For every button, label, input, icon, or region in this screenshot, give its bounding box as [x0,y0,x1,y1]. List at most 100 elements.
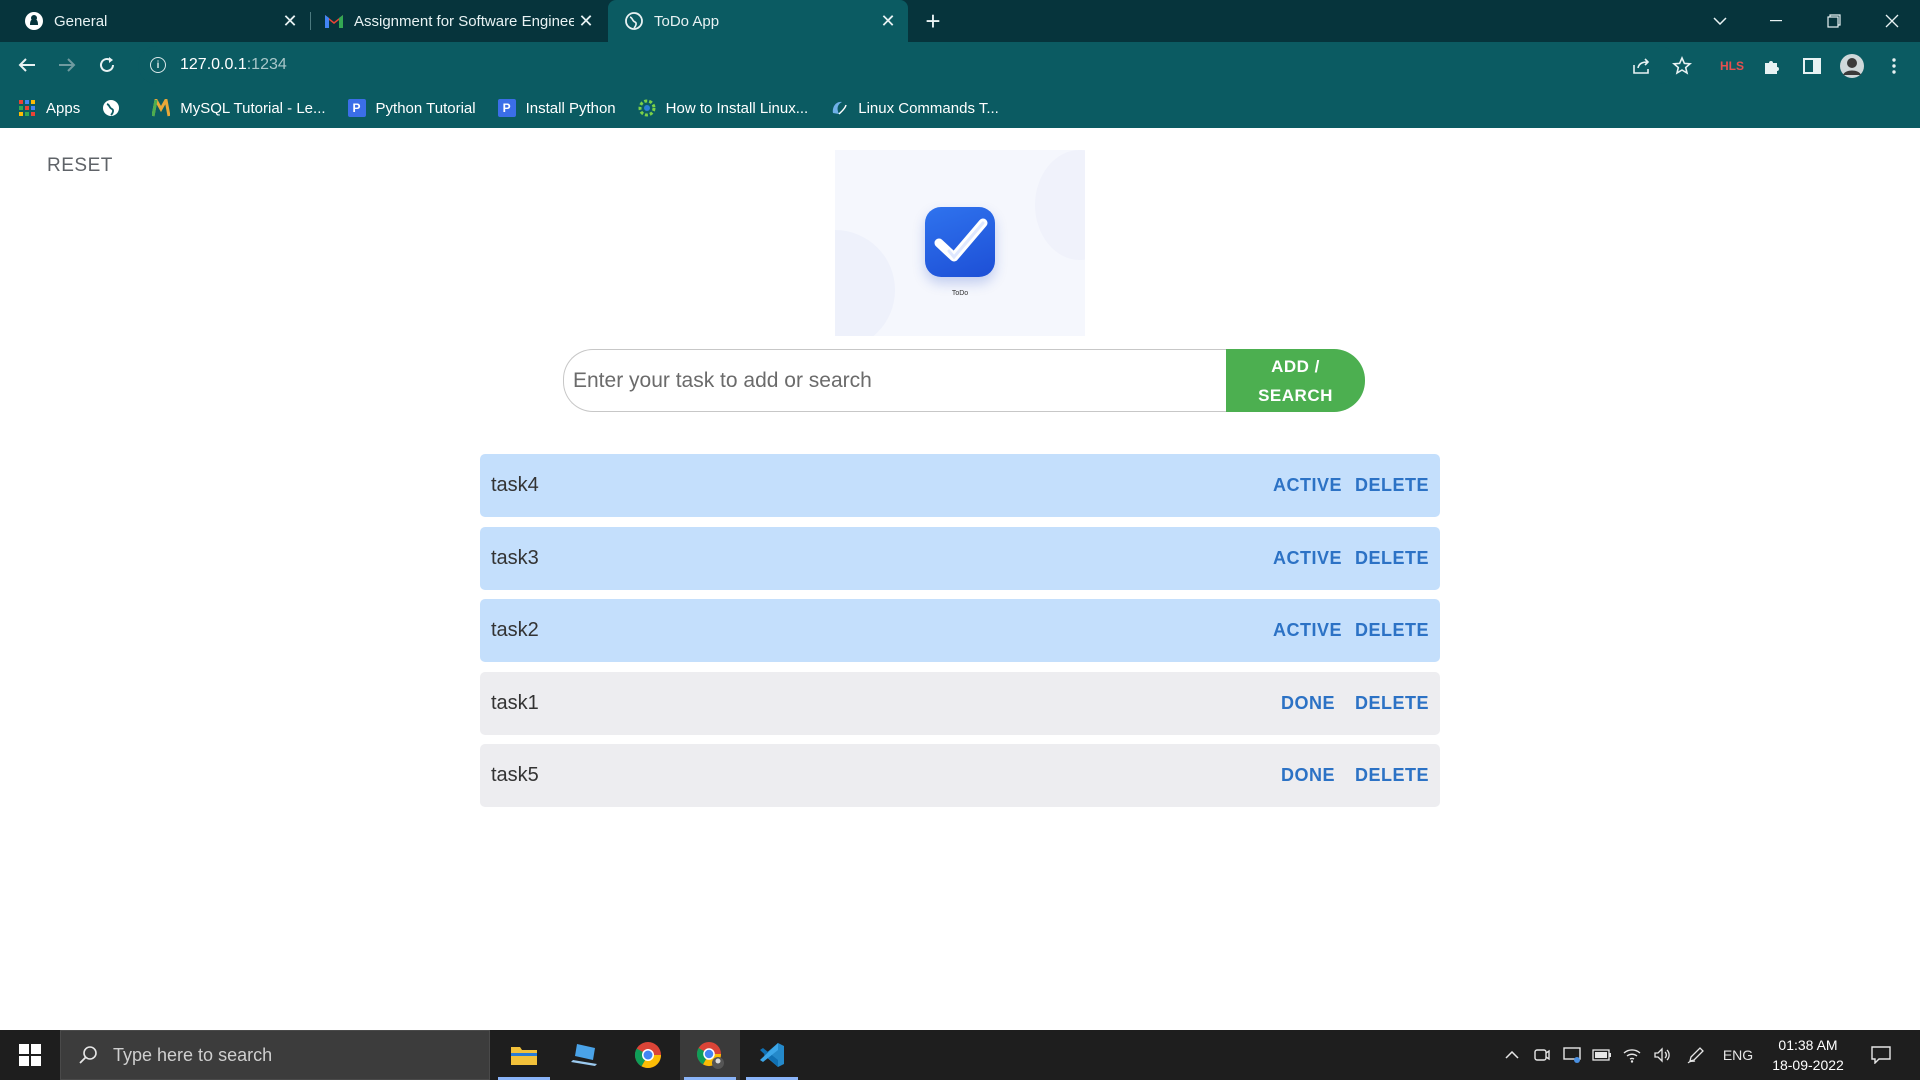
browser-menu-kebab-icon[interactable] [1880,52,1908,80]
bookmark-label: Linux Commands T... [858,99,999,117]
address-bar[interactable]: i 127.0.0.1:1234 [138,46,1678,84]
chrome-icon[interactable] [618,1030,678,1080]
task-item: task2 ACTIVE DELETE [480,599,1440,662]
bookmark-label: MySQL Tutorial - Le... [180,99,326,117]
task-name: task2 [491,619,539,641]
task-delete-button[interactable]: DELETE [1355,548,1429,569]
bookmark-apps[interactable]: Apps [18,99,80,117]
side-panel-icon[interactable] [1798,52,1826,80]
task-input[interactable] [564,350,1227,411]
task-status-toggle-button[interactable]: DONE [1281,765,1335,786]
back-arrow-icon[interactable] [12,50,42,80]
task-status-toggle-button[interactable]: ACTIVE [1273,548,1342,569]
chevron-up-icon[interactable] [1500,1030,1524,1080]
file-explorer-icon[interactable] [494,1030,554,1080]
app-laptop-icon[interactable] [556,1030,616,1080]
pen-icon[interactable] [1684,1030,1708,1080]
tab-title: General [54,12,108,30]
tab-assignment-email[interactable]: Assignment for Software Enginee ✕ [304,0,606,42]
url-text: 127.0.0.1:1234 [180,56,287,74]
reload-icon[interactable] [92,50,122,80]
p-icon: P [347,99,366,117]
taskbar-clock[interactable]: 01:38 AM 18-09-2022 [1760,1035,1856,1075]
bookmark-label: Apps [46,99,81,117]
add-search-button[interactable]: ADD / SEARCH [1226,349,1365,412]
bookmark-linux-commands[interactable]: Linux Commands T... [830,99,999,117]
add-search-label-line2: SEARCH [1258,385,1333,405]
task-name: task1 [491,692,539,714]
apps-grid-icon [18,99,36,117]
task-item: task3 ACTIVE DELETE [480,527,1440,590]
task-name: task4 [491,474,539,496]
task-name: task3 [491,547,539,569]
notification-icon[interactable] [1866,1030,1896,1080]
bookmark-python-tutorial[interactable]: P Python Tutorial [347,99,476,117]
meet-now-icon[interactable] [1530,1030,1554,1080]
task-input-field[interactable] [563,349,1227,412]
battery-icon[interactable] [1590,1030,1614,1080]
p-icon: P [497,99,516,117]
task-item: task4 ACTIVE DELETE [480,454,1440,517]
bookmark-mysql-tutorial[interactable]: MySQL Tutorial - Le... [152,99,326,117]
bookmark-star-icon[interactable] [1668,52,1696,80]
task-delete-button[interactable]: DELETE [1355,475,1429,496]
close-icon[interactable]: ✕ [876,9,900,33]
task-status-toggle-button[interactable]: ACTIVE [1273,475,1342,496]
tab-search-chevron-icon[interactable] [1692,0,1748,42]
todo-logo-image: ToDo [835,150,1085,336]
logo-background-shape [835,230,895,336]
bookmark-label: How to Install Linux... [665,99,809,117]
clock-date: 18-09-2022 [1772,1057,1844,1073]
task-item: task1 DONE DELETE [480,672,1440,735]
extensions-puzzle-icon[interactable] [1758,52,1786,80]
volume-icon[interactable] [1650,1030,1674,1080]
checkmark-icon [925,207,995,277]
task-name: task5 [491,764,539,786]
task-delete-button[interactable]: DELETE [1355,693,1429,714]
browser-tab-strip: General ✕ Assignment for Software Engine… [0,0,1920,42]
tab-title: Assignment for Software Enginee [354,12,574,30]
profile-avatar[interactable] [1838,52,1866,80]
hls-extension-icon[interactable]: HLS [1718,52,1746,80]
taskbar-search-box[interactable]: Type here to search [60,1030,490,1080]
tab-title: ToDo App [654,12,720,30]
github-icon [24,11,44,31]
wifi-icon[interactable] [1620,1030,1644,1080]
gear-flower-icon [638,99,656,117]
language-indicator[interactable]: ENG [1718,1030,1758,1080]
new-tab-button[interactable]: + [918,6,948,36]
logo-caption: ToDo [951,290,969,297]
share-icon[interactable] [1628,52,1656,80]
add-search-label-line1: ADD / [1271,356,1320,376]
close-icon[interactable]: ✕ [574,9,598,33]
chrome-profile-icon[interactable] [680,1030,740,1080]
windows-taskbar: Type here to search ENG 01:38 AM 18-09-2… [0,1030,1920,1080]
logo-background-shape [1035,150,1085,260]
task-delete-button[interactable]: DELETE [1355,765,1429,786]
forward-arrow-icon[interactable] [52,50,82,80]
bookmark-install-python[interactable]: P Install Python [497,99,616,117]
task-item: task5 DONE DELETE [480,744,1440,807]
screen-capture-icon[interactable] [1560,1030,1584,1080]
bookmark-globe[interactable] [102,99,130,117]
globe-icon [102,99,120,117]
tab-general[interactable]: General ✕ [0,0,310,42]
bookmark-install-linux[interactable]: How to Install Linux... [638,99,809,117]
browser-toolbar: i 127.0.0.1:1234 HLS [0,42,1920,88]
url-host: 127.0.0.1 [180,56,247,73]
tab-todo-app[interactable]: ToDo App ✕ [608,0,908,42]
task-delete-button[interactable]: DELETE [1355,620,1429,641]
reset-button[interactable]: RESET [47,155,113,177]
close-icon[interactable]: ✕ [278,9,302,33]
vscode-icon[interactable] [742,1030,802,1080]
globe-icon [624,11,644,31]
task-status-toggle-button[interactable]: DONE [1281,693,1335,714]
close-window-button[interactable] [1864,0,1920,42]
restore-button[interactable] [1806,0,1862,42]
taskbar-search-placeholder: Type here to search [113,1044,273,1065]
bookmark-label: Python Tutorial [375,99,476,117]
site-info-icon[interactable]: i [150,57,166,73]
minimize-button[interactable] [1748,0,1804,42]
task-status-toggle-button[interactable]: ACTIVE [1273,620,1342,641]
windows-start-icon[interactable] [0,1030,60,1080]
